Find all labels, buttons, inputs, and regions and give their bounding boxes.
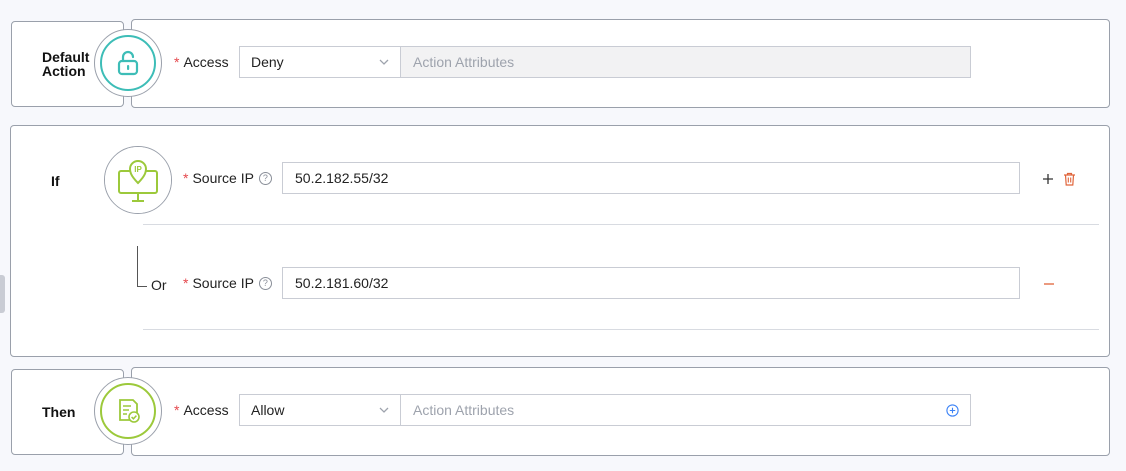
- svg-text:IP: IP: [134, 165, 142, 174]
- source-ip-label-1: * Source IP ?: [183, 170, 272, 186]
- chevron-down-icon: [379, 59, 389, 65]
- help-icon[interactable]: ?: [258, 276, 272, 290]
- if-icon-circle: IP: [104, 146, 172, 214]
- delete-condition-button[interactable]: [1061, 170, 1077, 187]
- default-action-attributes-input: Action Attributes: [400, 46, 971, 78]
- plus-icon: [1043, 174, 1053, 184]
- source-ip-input-1[interactable]: 50.2.182.55/32: [282, 162, 1020, 194]
- trash-icon: [1063, 172, 1075, 186]
- checklist-icon: [119, 399, 140, 423]
- plus-circle-icon[interactable]: [946, 404, 959, 417]
- add-condition-button[interactable]: [1040, 171, 1056, 187]
- then-icon-circle: [94, 377, 162, 445]
- then-access-label: * Access: [174, 402, 229, 418]
- monitor-ip-icon: IP: [118, 160, 158, 202]
- then-action-attributes-input[interactable]: Action Attributes: [400, 394, 971, 426]
- chevron-down-icon: [379, 407, 389, 413]
- default-access-label: * Access: [174, 54, 229, 70]
- source-ip-input-2[interactable]: 50.2.181.60/32: [282, 267, 1020, 299]
- then-access-select[interactable]: Allow: [239, 394, 401, 426]
- if-title: If: [51, 173, 60, 189]
- source-ip-label-2: * Source IP ?: [183, 275, 272, 291]
- or-connector-line: [137, 246, 147, 287]
- minus-icon: [1044, 283, 1054, 285]
- remove-condition-button[interactable]: [1041, 276, 1057, 292]
- then-title: Then: [42, 404, 76, 420]
- default-action-title: Default Action: [42, 49, 90, 79]
- condition-divider-2: [143, 329, 1099, 330]
- condition-divider-1: [143, 224, 1099, 225]
- default-access-select[interactable]: Deny: [239, 46, 401, 78]
- left-edge-tab[interactable]: [0, 275, 5, 313]
- help-icon[interactable]: ?: [258, 171, 272, 185]
- or-connector-label: Or: [151, 277, 167, 293]
- if-card: [10, 125, 1110, 357]
- default-action-icon-circle: [94, 29, 162, 97]
- unlock-icon: [117, 50, 139, 76]
